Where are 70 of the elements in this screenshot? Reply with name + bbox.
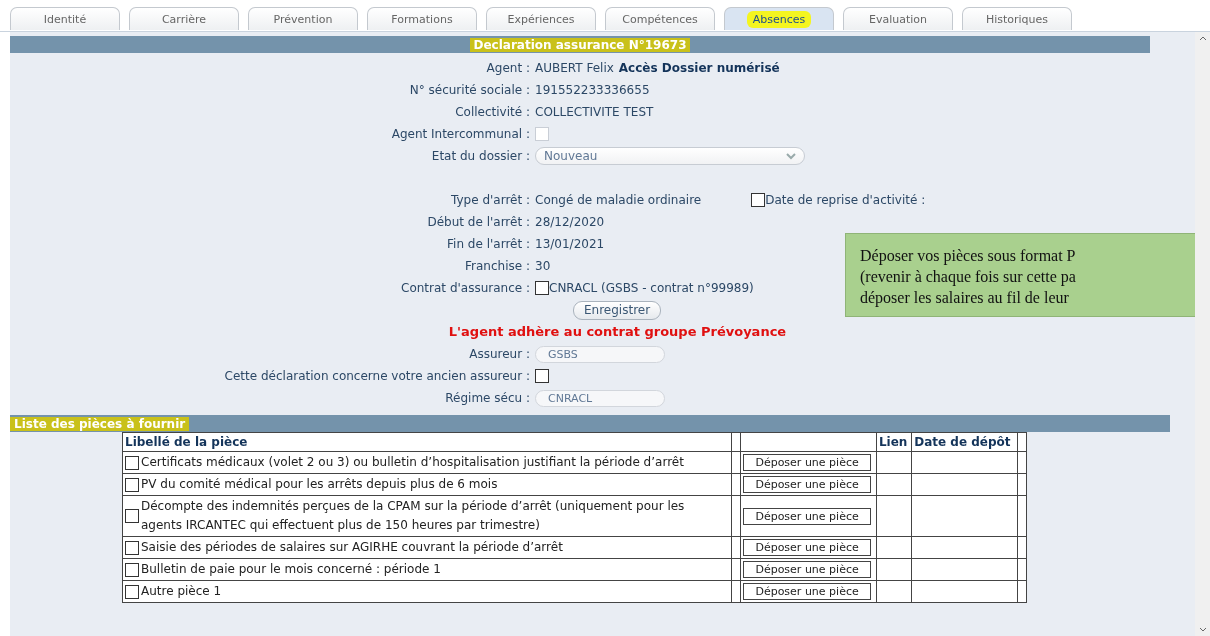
table-cell-text: Certificats médicaux (volet 2 ou 3) ou bulletin d’hospitalisation justifiant la période d’arrêt (141, 454, 684, 471)
status-select[interactable]: Nouveau (535, 147, 805, 165)
scroll-up-icon[interactable] (1198, 36, 1207, 41)
field-label: Régime sécu : (444, 390, 531, 407)
field-label: Type d'arrêt : (450, 192, 531, 209)
table-cell-text: Décompte des indemnités perçues de la CPAM sur la période d’arrêt (uniquement pour les agents IRCANTEC qui effectuent plus de 150 heures par trimestre) (141, 498, 686, 534)
checkbox[interactable] (125, 540, 139, 555)
field-value: 13/01/2021 (535, 237, 605, 251)
alert-text: L'agent adhère au contrat groupe Prévoyance (448, 323, 787, 341)
field-label: Etat du dossier : (430, 148, 531, 165)
field-value: COLLECTIVITE TEST (535, 105, 654, 119)
form-title: Declaration assurance N°19673 (469, 37, 691, 52)
table-cell-text: Bulletin de paie pour le mois concerné : période 1 (141, 561, 441, 578)
save-button[interactable]: Enregistrer (573, 300, 662, 320)
checkbox[interactable] (125, 509, 139, 523)
field-value: Congé de maladie ordinaire (535, 193, 702, 207)
dossier-link[interactable]: Accès Dossier numérisé (618, 61, 780, 75)
upload-button[interactable]: Déposer une pièce (743, 583, 872, 600)
checkbox[interactable] (125, 584, 139, 599)
field-value: CNRACL (GSBS - contrat n°99989) (549, 281, 754, 295)
upload-button[interactable]: Déposer une pièce (743, 454, 872, 471)
note-text: déposer les salaires au fil de leur (860, 288, 1070, 308)
note-text: Déposer vos pièces sous format P (860, 246, 1077, 266)
input-field[interactable]: CNRACL (535, 389, 665, 407)
field-label: Contrat d'assurance : (400, 280, 531, 297)
checkbox-label: Date de reprise d'activité : (765, 193, 926, 207)
tab[interactable]: Formations (367, 7, 477, 30)
field-value: 30 (535, 259, 551, 273)
field-label: Cette déclaration concerne votre ancien assureur : (223, 368, 531, 385)
table-cell-text: Saisie des périodes de salaires sur AGIRHE couvrant la période d’arrêt (141, 539, 563, 556)
table-cell-text: PV du comité médical pour les arrêts depuis plus de 6 mois (141, 476, 498, 493)
field-value: 191552233336655 (535, 83, 650, 97)
tab[interactable]: Prévention (248, 7, 358, 30)
tab[interactable]: Absences (724, 7, 834, 30)
chevron-down-icon (786, 152, 796, 160)
field-label: Franchise : (464, 258, 531, 275)
field-value: AUBERT Felix (535, 61, 614, 75)
scrollbar[interactable] (1195, 32, 1210, 636)
note-text: (revenir à chaque fois sur cette pa (860, 267, 1077, 287)
upload-button[interactable]: Déposer une pièce (743, 561, 872, 578)
field-value: 28/12/2020 (535, 215, 605, 229)
checkbox[interactable] (535, 369, 549, 383)
tab[interactable]: Carrière (129, 7, 239, 30)
field-label: Fin de l'arrêt : (446, 236, 531, 253)
tab[interactable]: Evaluation (843, 7, 953, 30)
checkbox[interactable] (535, 281, 549, 295)
column-header: Lien (876, 432, 912, 452)
column-header: Date de dépôt (911, 432, 1018, 452)
field-label: Collectivité : (454, 104, 531, 121)
upload-button[interactable]: Déposer une pièce (743, 507, 872, 525)
field-label: Début de l'arrêt : (426, 214, 531, 231)
field-label: N° sécurité sociale : (408, 82, 531, 99)
input-field[interactable]: GSBS (535, 345, 665, 363)
field-label: Agent : (485, 60, 531, 77)
checkbox[interactable] (125, 455, 139, 470)
scroll-down-icon[interactable] (1198, 627, 1207, 632)
tab[interactable]: Historiques (962, 7, 1072, 30)
tab[interactable]: Compétences (605, 7, 715, 30)
checkbox[interactable] (125, 477, 139, 492)
column-header: Libellé de la pièce (122, 432, 732, 452)
table-cell-text: Autre pièce 1 (141, 583, 222, 600)
tab[interactable]: Expériences (486, 7, 596, 30)
upload-button[interactable]: Déposer une pièce (743, 539, 872, 556)
section-title: Liste des pièces à fournir (10, 416, 190, 431)
checkbox[interactable] (751, 193, 766, 207)
field-label: Agent Intercommunal : (390, 126, 531, 143)
tab[interactable]: Identité (10, 7, 120, 30)
upload-button[interactable]: Déposer une pièce (743, 476, 872, 493)
field-label: Assureur : (468, 346, 531, 363)
checkbox[interactable] (125, 562, 139, 577)
